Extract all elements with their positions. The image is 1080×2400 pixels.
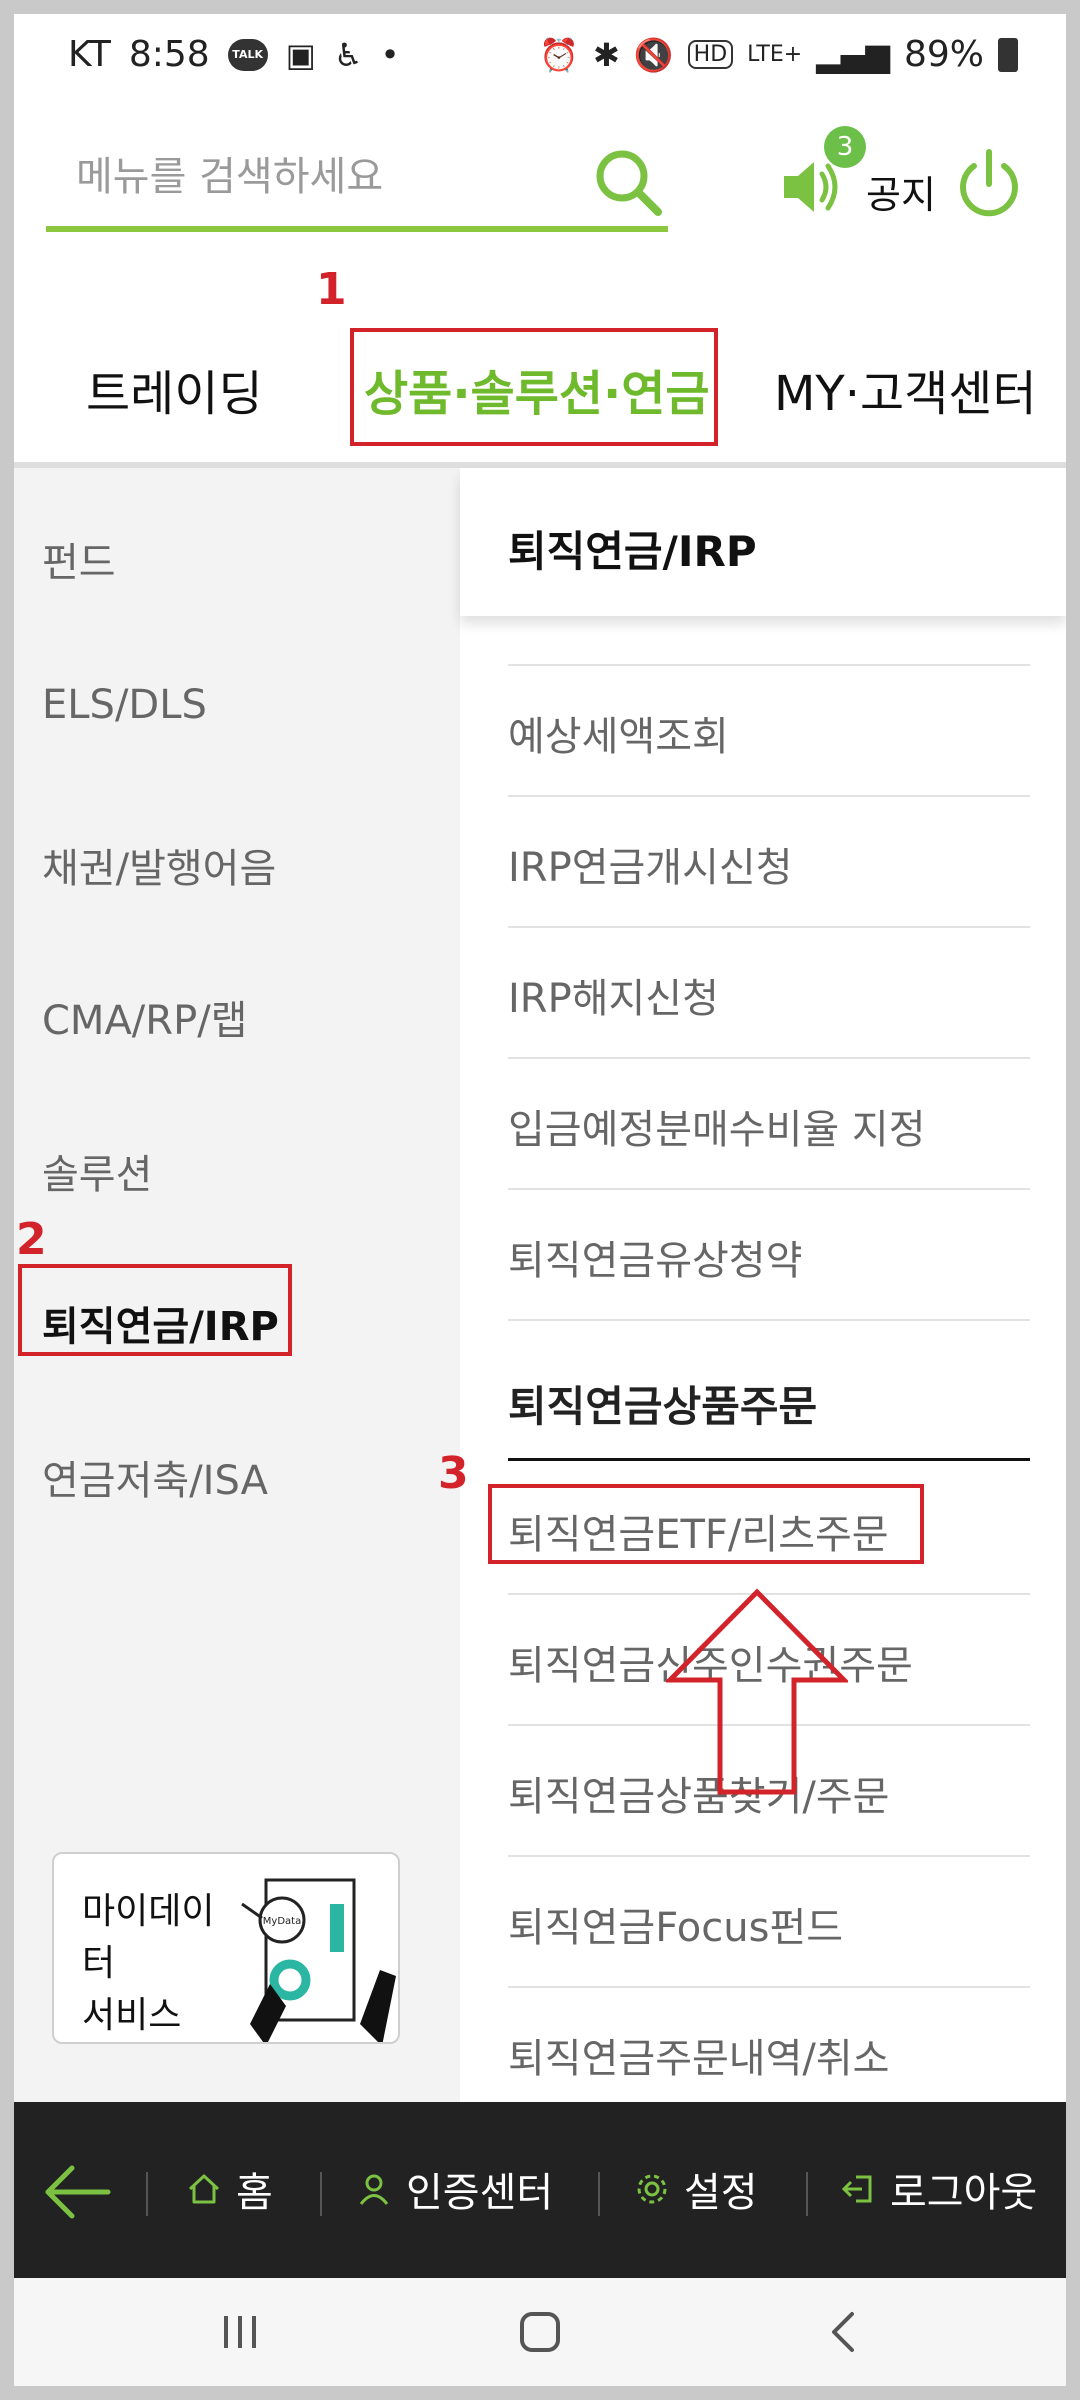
submenu-title: 퇴직연금/IRP	[508, 527, 757, 576]
annotation-box-3	[488, 1484, 924, 1564]
left-menu-bonds[interactable]: 채권/발행어음	[42, 836, 276, 894]
section-title-label: 퇴직연금상품주문	[508, 1382, 818, 1431]
left-menu-pension-savings-isa[interactable]: 연금저축/ISA	[42, 1448, 268, 1506]
submenu-item-label: 퇴직연금유상청약	[508, 1238, 803, 1284]
gallery-icon: ▣	[285, 35, 316, 74]
mydata-tag: MyData	[263, 1916, 301, 1927]
back-arrow-icon[interactable]	[38, 2152, 118, 2232]
gear-icon	[637, 2174, 667, 2204]
system-back-icon[interactable]	[814, 2302, 874, 2362]
power-icon[interactable]	[954, 144, 1024, 220]
carrier-label: KT	[68, 34, 111, 75]
mydata-line1: 마이데이터	[82, 1891, 215, 1984]
logout-icon	[841, 2175, 872, 2203]
bottom-nav-bar: 홈 인증센터 설정 로그아웃	[14, 2102, 1066, 2278]
search-input[interactable]	[76, 154, 576, 200]
nav-home-button[interactable]: 홈	[186, 2160, 273, 2218]
status-bar: KT 8:58 TALK ▣ ♿ • ⏰ ✱ 🔇 HD LTE+ ▂▄▆ 89%	[14, 14, 1066, 96]
mute-icon: 🔇	[633, 35, 674, 74]
annotation-number-3: 3	[438, 1448, 469, 1499]
submenu-item-order-history-cancel[interactable]: 퇴직연금주문내역/취소	[508, 1988, 1030, 2119]
battery-icon	[998, 37, 1018, 72]
nav-home-label: 홈	[236, 2170, 273, 2216]
nav-separator	[806, 2172, 808, 2216]
tab-my-customer-center[interactable]: MY·고객센터	[774, 354, 1037, 424]
status-left: KT 8:58 TALK ▣ ♿ •	[68, 34, 399, 75]
system-nav-bar	[14, 2278, 1066, 2386]
nav-settings-button[interactable]: 설정	[634, 2160, 758, 2218]
status-right: ⏰ ✱ 🔇 HD LTE+ ▂▄▆ 89%	[539, 34, 1018, 75]
annotation-box-1	[350, 328, 718, 446]
battery-percent: 89%	[903, 34, 984, 75]
app-frame: KT 8:58 TALK ▣ ♿ • ⏰ ✱ 🔇 HD LTE+ ▂▄▆ 89%	[14, 14, 1066, 2386]
home-icon	[188, 2174, 220, 2204]
annotation-box-2	[18, 1264, 292, 1356]
nav-cert-center-label: 인증센터	[406, 2170, 554, 2216]
submenu-item-label: IRP연금개시신청	[508, 845, 793, 891]
annotation-up-arrow	[666, 1588, 848, 1795]
submenu-item-irp-payout-request[interactable]: IRP연금개시신청	[508, 797, 1030, 928]
clock: 8:58	[128, 34, 210, 75]
mydata-line2: 서비스	[82, 1995, 182, 2036]
nav-separator	[598, 2172, 600, 2216]
tab-trading[interactable]: 트레이딩	[86, 354, 263, 424]
nav-separator	[146, 2172, 148, 2216]
submenu-item-label: 퇴직연금주문내역/취소	[508, 2036, 890, 2082]
person-icon	[359, 2174, 389, 2205]
network-type: LTE+	[747, 42, 803, 67]
mydata-illustration: MyData	[241, 1878, 396, 2042]
submenu-item-label: 입금예정분매수비율 지정	[508, 1107, 926, 1153]
submenu-item-deposit-buy-ratio[interactable]: 입금예정분매수비율 지정	[508, 1059, 1030, 1190]
left-menu-els-dls[interactable]: ELS/DLS	[42, 682, 207, 728]
nav-logout-label: 로그아웃	[890, 2170, 1038, 2216]
left-menu-fund[interactable]: 펀드	[42, 530, 116, 588]
submenu-item-irp-termination[interactable]: IRP해지신청	[508, 928, 1030, 1059]
recent-apps-icon[interactable]	[210, 2302, 270, 2362]
submenu-item-label: 예상세액조회	[508, 714, 729, 760]
submenu-item-rights-offering[interactable]: 퇴직연금유상청약	[508, 1190, 1030, 1321]
search-icon[interactable]	[588, 142, 668, 222]
search-bar	[46, 132, 668, 232]
left-menu-solution[interactable]: 솔루션	[42, 1142, 152, 1200]
accessibility-icon: ♿	[333, 35, 363, 74]
kakaotalk-icon: TALK	[227, 38, 268, 71]
home-button-icon[interactable]	[510, 2302, 570, 2362]
annotation-number-1: 1	[316, 264, 347, 315]
nav-settings-label: 설정	[684, 2170, 758, 2216]
submenu-item-focus-fund[interactable]: 퇴직연금Focus펀드	[508, 1857, 1030, 1988]
nav-cert-center-button[interactable]: 인증센터	[356, 2160, 553, 2218]
left-menu-cma-rp-wrap[interactable]: CMA/RP/랩	[42, 988, 247, 1046]
nav-separator	[320, 2172, 322, 2216]
nav-logout-button[interactable]: 로그아웃	[840, 2160, 1037, 2218]
dot-icon: •	[380, 35, 400, 74]
annotation-number-2: 2	[16, 1214, 47, 1265]
submenu-item-label: 퇴직연금Focus펀드	[508, 1905, 844, 1951]
hd-voice-icon: HD	[687, 40, 734, 69]
alarm-icon: ⏰	[539, 35, 580, 74]
section-title-product-order: 퇴직연금상품주문	[508, 1321, 1030, 1461]
submenu-panel: 퇴직연금/IRP 예상세액조회 IRP연금개시신청 IRP해지신청 입금예정분매…	[460, 468, 1066, 2119]
mydata-service-banner[interactable]: 마이데이터 서비스 MyData	[52, 1852, 400, 2044]
submenu-item-label: IRP해지신청	[508, 976, 719, 1022]
notice-label[interactable]: 공지	[866, 164, 936, 219]
submenu-header: 퇴직연금/IRP	[460, 468, 1066, 616]
signal-icon: ▂▄▆	[816, 35, 890, 74]
submenu-item-tax-estimate[interactable]: 예상세액조회	[508, 666, 1030, 797]
notice-count-badge: 3	[824, 126, 866, 168]
mydata-label: 마이데이터 서비스	[82, 1886, 242, 2042]
bluetooth-icon: ✱	[593, 35, 620, 74]
